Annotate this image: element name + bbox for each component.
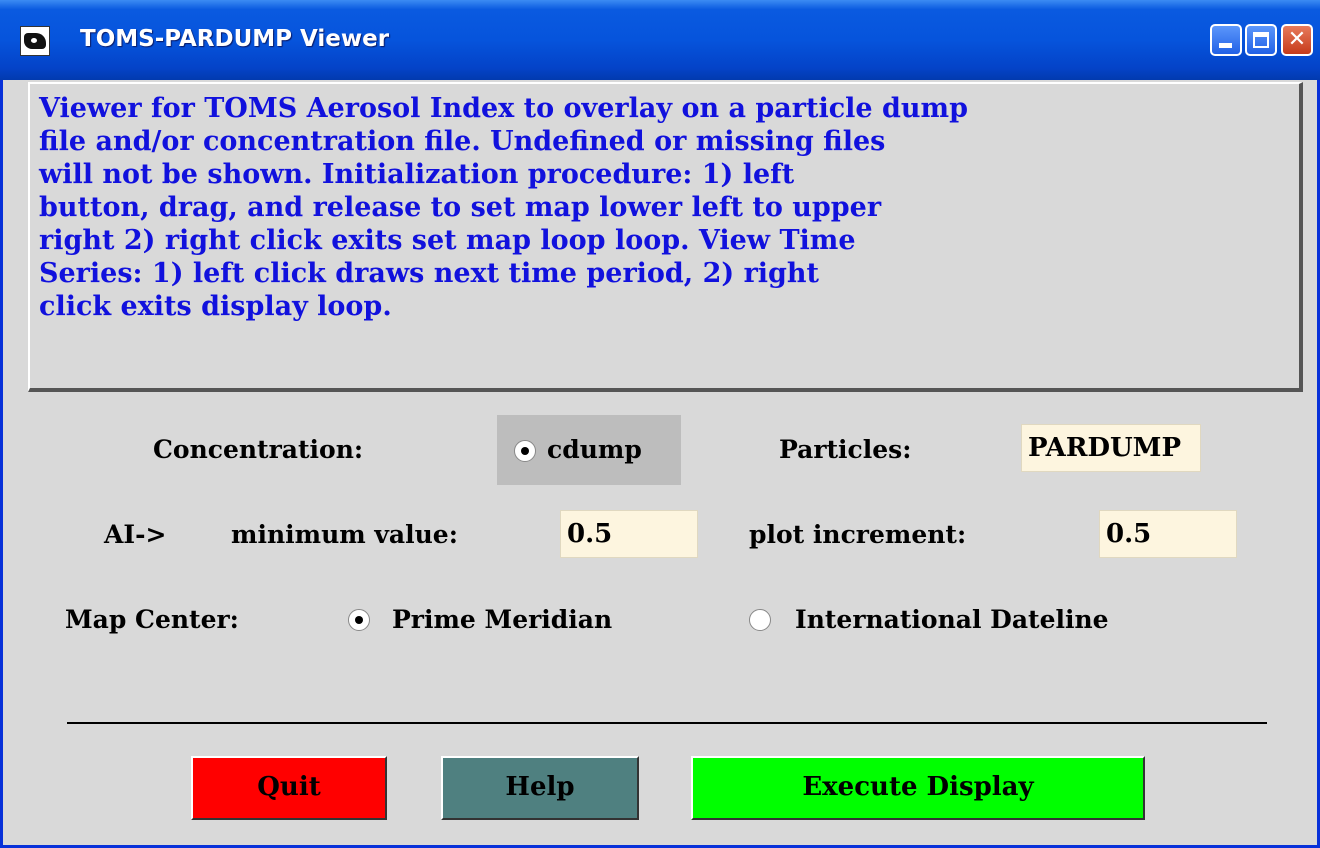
prime-meridian-label: Prime Meridian bbox=[392, 605, 613, 634]
execute-display-button[interactable]: Execute Display bbox=[691, 756, 1145, 820]
ai-prefix-label: AI-> bbox=[104, 520, 167, 549]
minimum-value-field[interactable]: 0.5 bbox=[560, 510, 698, 558]
international-dateline-radio-icon[interactable] bbox=[749, 609, 771, 631]
divider bbox=[67, 722, 1267, 724]
maximize-icon[interactable] bbox=[1245, 24, 1277, 56]
window-title: TOMS-PARDUMP Viewer bbox=[80, 26, 390, 52]
description-text: Viewer for TOMS Aerosol Index to overlay… bbox=[28, 82, 1303, 392]
minimize-icon[interactable] bbox=[1210, 24, 1242, 56]
plot-increment-label: plot increment: bbox=[749, 520, 967, 549]
concentration-label: Concentration: bbox=[153, 435, 364, 464]
map-center-label: Map Center: bbox=[65, 605, 239, 634]
app-icon[interactable] bbox=[20, 26, 50, 56]
international-dateline-option[interactable]: International Dateline bbox=[749, 600, 1269, 640]
close-icon[interactable]: ✕ bbox=[1281, 24, 1313, 56]
title-bar[interactable]: TOMS-PARDUMP Viewer ✕ bbox=[0, 0, 1320, 80]
cdump-label: cdump bbox=[547, 435, 642, 464]
quit-button[interactable]: Quit bbox=[191, 756, 387, 820]
plot-increment-field[interactable]: 0.5 bbox=[1099, 510, 1237, 558]
prime-meridian-option[interactable]: Prime Meridian bbox=[348, 600, 708, 640]
international-dateline-label: International Dateline bbox=[795, 605, 1109, 634]
particles-label: Particles: bbox=[779, 435, 912, 464]
prime-meridian-radio-icon[interactable] bbox=[348, 609, 370, 631]
cdump-radio-icon[interactable] bbox=[514, 440, 536, 462]
particles-field[interactable]: PARDUMP bbox=[1021, 424, 1201, 472]
app-window: TOMS-PARDUMP Viewer ✕ Viewer for TOMS Ae… bbox=[0, 0, 1320, 848]
concentration-radio-option[interactable]: cdump bbox=[497, 415, 681, 485]
minimum-value-label: minimum value: bbox=[231, 520, 458, 549]
help-button[interactable]: Help bbox=[441, 756, 639, 820]
